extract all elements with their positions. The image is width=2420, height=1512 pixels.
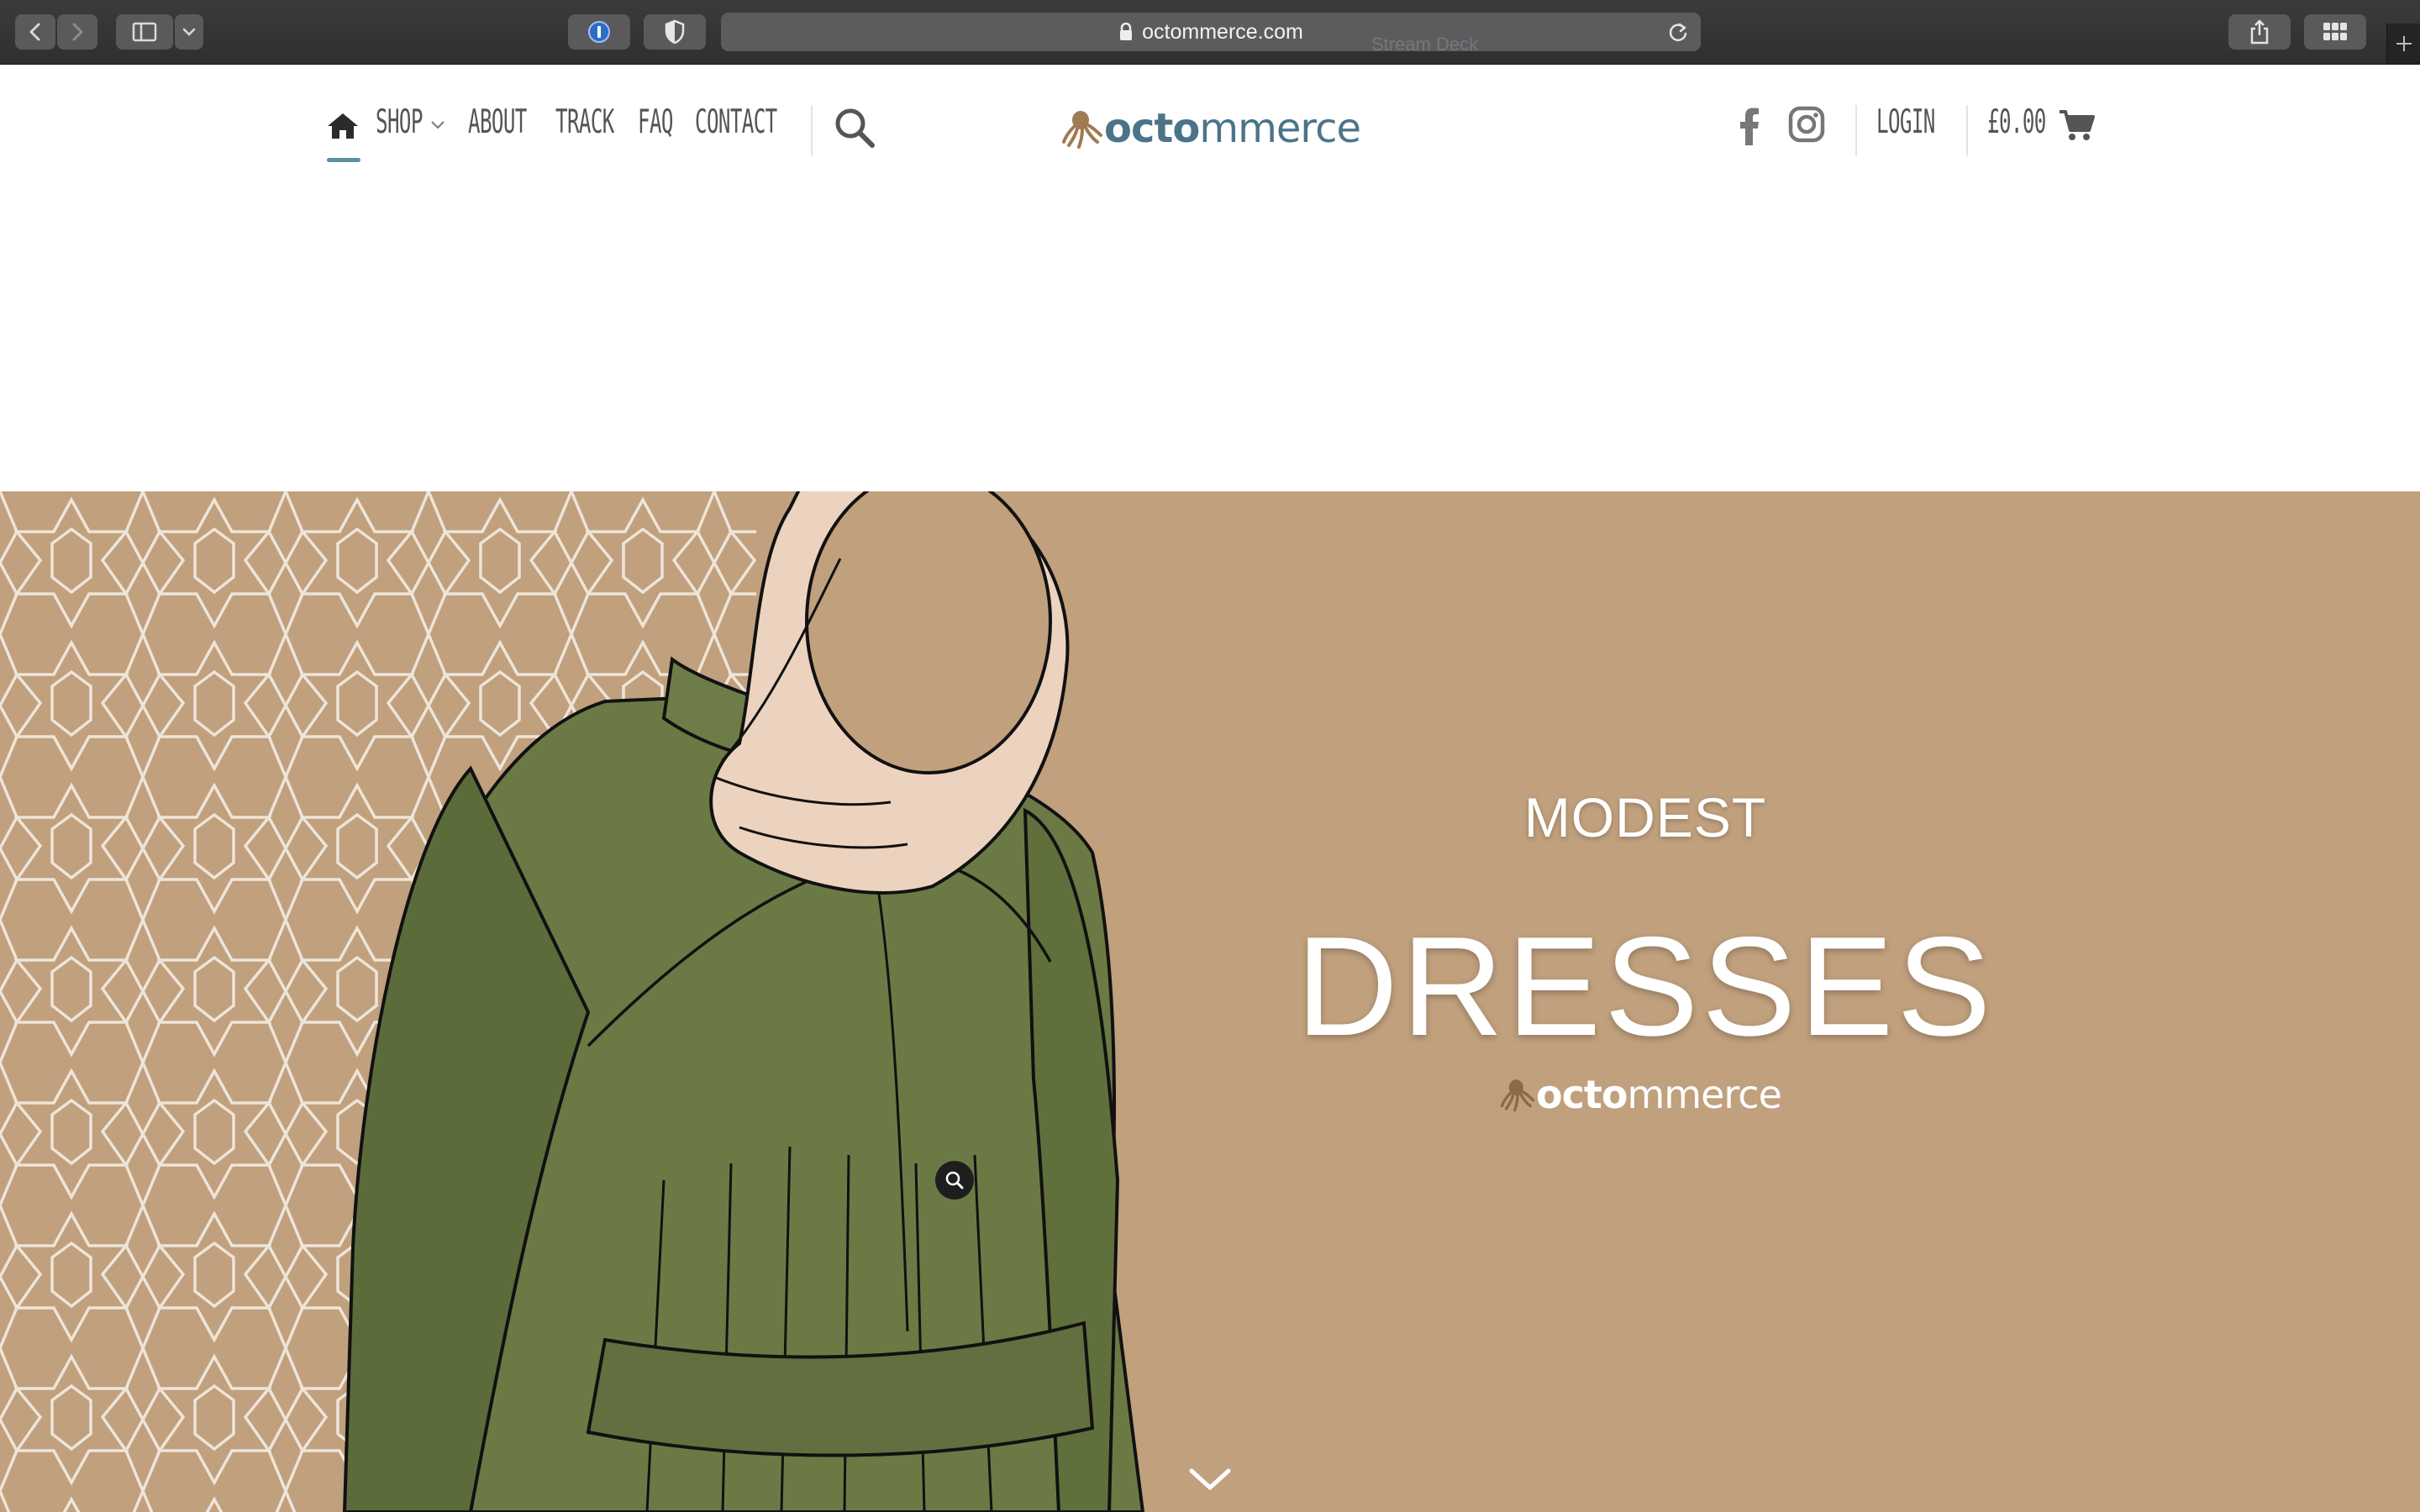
- back-button[interactable]: [15, 14, 55, 50]
- nav-active-indicator: [327, 158, 360, 162]
- address-bar[interactable]: octommerce.com: [721, 13, 1701, 51]
- scroll-down-button[interactable]: [1188, 1466, 1232, 1496]
- password-manager-icon: [588, 21, 610, 43]
- instagram-icon: [1788, 106, 1825, 143]
- share-icon: [2250, 19, 2269, 45]
- hero-logo: octommerce: [1499, 1072, 1782, 1117]
- instagram-link[interactable]: [1788, 106, 1825, 146]
- share-button[interactable]: [2228, 14, 2291, 50]
- lock-icon: [1120, 23, 1133, 40]
- chevron-down-icon: [1189, 1468, 1231, 1490]
- forward-button[interactable]: [57, 14, 97, 50]
- search-icon: [835, 108, 875, 148]
- nav-about[interactable]: ABOUT: [468, 106, 527, 139]
- zoom-icon: [945, 1171, 964, 1189]
- logo-text-bold: octo: [1104, 105, 1200, 152]
- browser-toolbar: octommerce.com Stream Deck: [0, 0, 2420, 65]
- cart-icon: [2060, 110, 2095, 140]
- reload-icon: [1669, 23, 1687, 41]
- sidebar-icon: [132, 22, 157, 42]
- url-text: octommerce.com: [1142, 19, 1303, 44]
- privacy-shield-button[interactable]: [644, 14, 706, 50]
- privacy-shield-icon: [665, 19, 685, 45]
- sidebar-menu-button[interactable]: [175, 14, 203, 50]
- hero-logo-text: octommerce: [1536, 1072, 1782, 1117]
- chevron-down-icon[interactable]: [430, 120, 445, 130]
- nav-shop[interactable]: SHOP: [376, 106, 423, 139]
- facebook-link[interactable]: [1739, 107, 1760, 149]
- logo-text-light: mmerce: [1199, 105, 1361, 152]
- cart-total[interactable]: £0.00: [1987, 106, 2046, 139]
- header-search-button[interactable]: [832, 105, 879, 155]
- hero-heading-dresses: DRESSES: [1296, 907, 1995, 1065]
- stream-deck-overlay-label: Stream Deck: [1371, 34, 1479, 55]
- forward-icon: [72, 23, 83, 41]
- octopus-icon: [1500, 1079, 1535, 1112]
- reload-button[interactable]: [1667, 21, 1689, 49]
- nav-contact[interactable]: CONTACT: [695, 106, 777, 139]
- hero-top-area: [0, 191, 2420, 491]
- cart-button[interactable]: [2059, 108, 2096, 145]
- hero-logo-light: mmerce: [1627, 1072, 1781, 1117]
- hero-logo-bold: octo: [1536, 1072, 1628, 1117]
- hero-heading-modest: MODEST: [1523, 786, 1767, 848]
- sidebar-button[interactable]: [116, 14, 173, 50]
- nav-home[interactable]: [326, 112, 360, 144]
- chevron-down-icon: [182, 28, 196, 36]
- nav-faq[interactable]: FAQ: [638, 106, 673, 139]
- facebook-icon: [1740, 108, 1759, 145]
- nav-divider: [811, 105, 813, 155]
- nav-login[interactable]: LOGIN: [1876, 106, 1935, 139]
- back-icon: [29, 23, 40, 41]
- nav-track[interactable]: TRACK: [555, 106, 614, 139]
- site-logo[interactable]: octommerce: [1060, 105, 1361, 152]
- home-icon: [328, 113, 358, 139]
- password-manager-button[interactable]: [568, 14, 630, 50]
- nav-divider: [1966, 105, 1968, 155]
- new-tab-icon: [2396, 36, 2412, 51]
- tab-overview-button[interactable]: [2304, 14, 2366, 50]
- hero-banner: MODEST DRESSES octommerce: [0, 491, 2420, 1512]
- new-tab-button[interactable]: [2386, 24, 2420, 64]
- image-zoom-button[interactable]: [935, 1161, 974, 1200]
- octopus-icon: [1062, 111, 1102, 149]
- nav-divider: [1855, 105, 1857, 155]
- tab-overview-icon: [2323, 23, 2347, 40]
- site-header: SHOP ABOUT TRACK FAQ CONTACT octommerce …: [0, 65, 2420, 191]
- logo-text: octommerce: [1104, 105, 1361, 152]
